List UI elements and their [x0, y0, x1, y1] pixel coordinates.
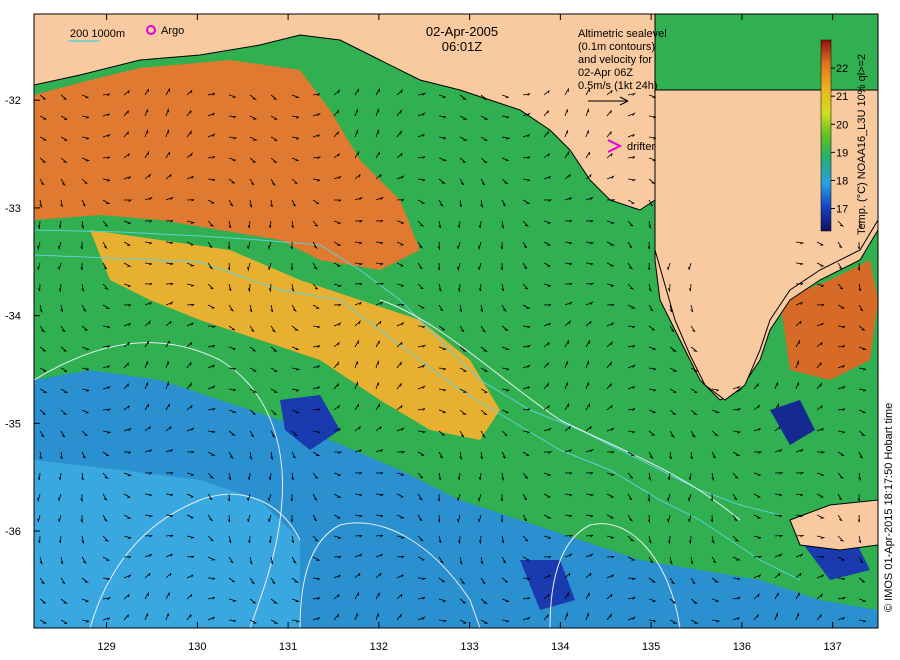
title-date: 02-Apr-2005 — [426, 24, 498, 39]
altimetry-line-2: (0.1m contours) — [578, 41, 655, 53]
colorbar-tick-label: 20 — [836, 119, 848, 131]
colorbar-label: Temp. (°C) NOAA16_L3U 10% ql>=2 — [856, 54, 868, 235]
x-tick-label: 134 — [551, 641, 569, 653]
colorbar-tick-label: 22 — [836, 63, 848, 75]
sst-map: 02-Apr-2005 06:01Z 200 1000m Argo Altime… — [5, 13, 895, 653]
altimetry-line-1: Altimetric sealevel — [578, 28, 667, 40]
plot-area — [34, 14, 878, 628]
x-tick-label: 136 — [733, 641, 751, 653]
argo-legend-label: Argo — [161, 25, 184, 37]
colorbar-tick-label: 17 — [836, 204, 848, 216]
isobath-legend-label: 200 1000m — [70, 28, 125, 40]
x-tick-label: 129 — [97, 641, 115, 653]
altimetry-line-3: and velocity for — [578, 54, 652, 66]
credit-text: © IMOS 01-Apr-2015 18:17:50 Hobart time — [883, 403, 895, 612]
colorbar-tick-label: 21 — [836, 91, 848, 103]
drifter-legend-label: drifter — [627, 141, 655, 153]
x-tick-label: 135 — [642, 641, 660, 653]
y-tick-label: -32 — [5, 95, 21, 107]
x-tick-label: 131 — [279, 641, 297, 653]
y-tick-label: -33 — [5, 203, 21, 215]
colorbar-tick-label: 19 — [836, 147, 848, 159]
x-tick-label: 137 — [823, 641, 841, 653]
colorbar — [820, 39, 832, 232]
altimetry-line-5: 0.5m/s (1kt 24h) — [578, 80, 657, 92]
x-tick-label: 132 — [370, 641, 388, 653]
title-time: 06:01Z — [442, 39, 483, 54]
y-tick-label: -36 — [5, 526, 21, 538]
colorbar-tick-label: 18 — [836, 175, 848, 187]
altimetry-line-4: 02-Apr 06Z — [578, 67, 633, 79]
x-tick-label: 130 — [188, 641, 206, 653]
y-tick-label: -35 — [5, 418, 21, 430]
x-tick-label: 133 — [460, 641, 478, 653]
y-tick-label: -34 — [5, 311, 21, 323]
